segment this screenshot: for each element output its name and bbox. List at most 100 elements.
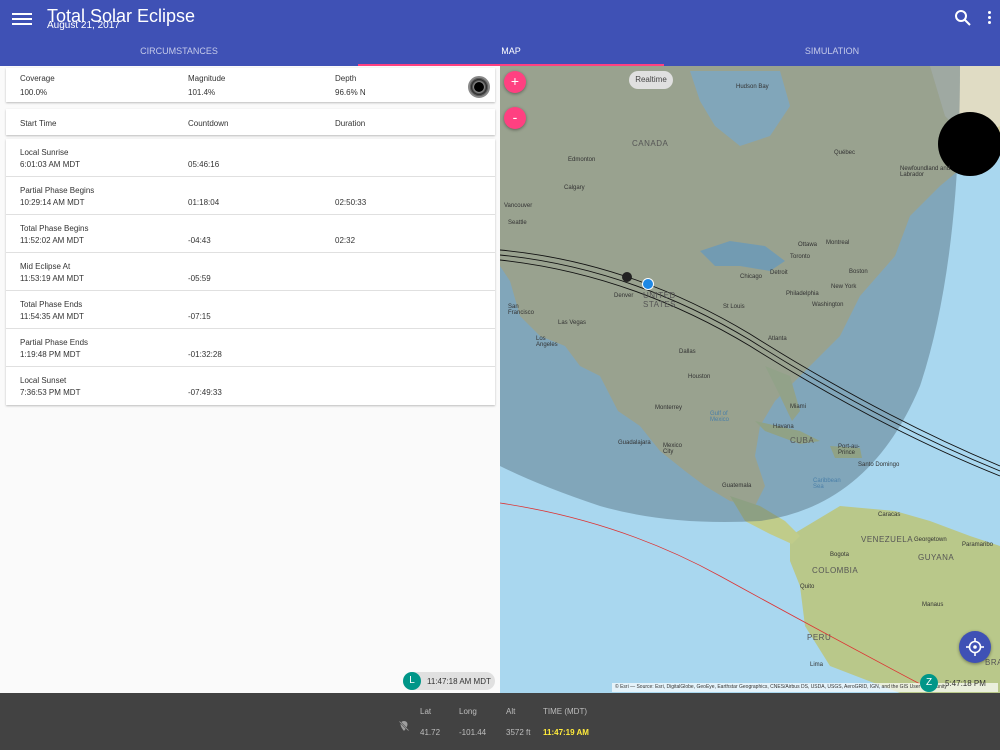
- countdown-header: Countdown: [188, 119, 229, 128]
- map-label-caribbean-sea: Caribbean Sea: [813, 478, 841, 490]
- map-label-peru: PERU: [807, 633, 832, 642]
- map-label-guadalajara: Guadalajara: [618, 440, 651, 446]
- map-label-santo-domingo: Santo Domingo: [858, 462, 900, 468]
- list-item[interactable]: Partial Phase Begins 10:29:14 AM MDT 01:…: [6, 177, 495, 215]
- realtime-button[interactable]: Realtime: [629, 71, 673, 89]
- map-label-philadelphia: Philadelphia: [786, 291, 819, 297]
- event-time: 7:36:53 PM MDT: [20, 388, 81, 397]
- map-label-toronto: Toronto: [790, 254, 811, 260]
- map-label-canada: CANADA: [632, 139, 669, 148]
- map-label-caracas: Caracas: [878, 512, 901, 518]
- local-time-chip[interactable]: L 11:47:18 AM MDT: [403, 672, 495, 690]
- tab-simulation[interactable]: SIMULATION: [664, 38, 1000, 66]
- map-label-monterrey: Monterrey: [655, 405, 683, 411]
- summary-card: Coverage 100.0% Magnitude 101.4% Depth 9…: [6, 68, 495, 102]
- event-name: Total Phase Ends: [20, 300, 83, 309]
- event-countdown: 01:18:04: [188, 198, 220, 207]
- utc-avatar: Z: [920, 674, 938, 692]
- event-countdown: -05:59: [188, 274, 211, 283]
- menu-icon[interactable]: [12, 10, 32, 26]
- event-time: 1:19:48 PM MDT: [20, 350, 81, 359]
- more-vert-icon[interactable]: [985, 9, 993, 27]
- penumbra-shadow: [500, 66, 960, 522]
- location-status-bar: Lat 41.72 Long -101.44 Alt 3572 ft TIME …: [0, 693, 1000, 750]
- map-label-colombia: COLOMBIA: [812, 566, 859, 575]
- map-label-montreal: Montreal: [826, 240, 850, 246]
- map-label-detroit: Detroit: [770, 270, 788, 276]
- utc-time-chip[interactable]: Z 5:47:18 PM: [920, 674, 1000, 692]
- table-header: Start Time Countdown Duration: [6, 109, 495, 135]
- alt-value: 3572 ft: [506, 728, 531, 737]
- map-label-los-angeles: Los Angeles: [536, 336, 558, 348]
- magnitude-label: Magnitude: [188, 74, 226, 83]
- depth-value: 96.6% N: [335, 88, 366, 97]
- event-countdown: 05:46:16: [188, 160, 220, 169]
- map-label-san-francisco: San Francisco: [508, 304, 535, 316]
- map-label-gulf-of-mexico: Gulf of Mexico: [710, 411, 730, 423]
- map-label-guyana: GUYANA: [918, 553, 955, 562]
- location-off-icon[interactable]: [398, 720, 410, 732]
- map-label-port-au-prince: Port-au-Prince: [838, 444, 860, 456]
- my-location-button[interactable]: [959, 631, 991, 663]
- list-item[interactable]: Local Sunset 7:36:53 PM MDT -07:49:33: [6, 367, 495, 405]
- zoom-out-button[interactable]: -: [504, 107, 526, 129]
- eclipse-map[interactable]: Hudson Bay CANADA Edmonton Calgary Vanco…: [500, 66, 1000, 693]
- event-countdown: -04:43: [188, 236, 211, 245]
- list-item[interactable]: Mid Eclipse At 11:53:19 AM MDT -05:59: [6, 253, 495, 291]
- map-label-miami: Miami: [790, 404, 806, 410]
- map-label-chicago: Chicago: [740, 274, 763, 280]
- event-duration: 02:32: [335, 236, 356, 245]
- coverage-value: 100.0%: [20, 88, 48, 97]
- event-name: Local Sunset: [20, 376, 67, 385]
- map-label-calgary: Calgary: [564, 185, 585, 191]
- map-label-newfoundland: Newfoundland and Labrador: [900, 166, 951, 178]
- map-label-ottawa: Ottawa: [798, 242, 818, 248]
- list-item[interactable]: Total Phase Begins 11:52:02 AM MDT -04:4…: [6, 215, 495, 253]
- map-label-quito: Quito: [800, 584, 815, 590]
- map-label-venezuela: VENEZUELA: [861, 535, 914, 544]
- depth-label: Depth: [335, 74, 357, 83]
- eclipse-thumbnail-icon: [468, 76, 490, 98]
- map-label-bogota: Bogota: [830, 552, 850, 558]
- zoom-in-button[interactable]: +: [504, 71, 526, 93]
- map-label-manaus: Manaus: [922, 602, 944, 608]
- list-item[interactable]: Total Phase Ends 11:54:35 AM MDT -07:15: [6, 291, 495, 329]
- event-name: Local Sunrise: [20, 148, 69, 157]
- app-bar: Total Solar Eclipse August 21, 2017 CIRC…: [0, 0, 1000, 66]
- event-name: Partial Phase Ends: [20, 338, 89, 347]
- event-name: Total Phase Begins: [20, 224, 89, 233]
- map-label-st-louis: St Louis: [723, 304, 745, 310]
- event-time: 11:52:02 AM MDT: [20, 236, 84, 245]
- search-icon[interactable]: [954, 9, 972, 27]
- map-label-vancouver: Vancouver: [504, 203, 533, 209]
- event-name: Partial Phase Begins: [20, 186, 95, 195]
- local-avatar: L: [403, 672, 421, 690]
- time-value: 11:47:19 AM: [543, 728, 589, 737]
- map-label-atlanta: Atlanta: [768, 336, 787, 342]
- tab-circumstances[interactable]: CIRCUMSTANCES: [0, 38, 358, 66]
- event-time: 6:01:03 AM MDT: [20, 160, 81, 169]
- map-label-dallas: Dallas: [679, 349, 696, 355]
- umbra-point: [622, 272, 632, 282]
- map-label-havana: Havana: [773, 424, 794, 430]
- tab-map[interactable]: MAP: [358, 38, 664, 66]
- event-countdown: -01:32:28: [188, 350, 222, 359]
- map-label-new-york: New York: [831, 284, 857, 290]
- map-label-mexico-city: Mexico City: [663, 443, 683, 455]
- duration-header: Duration: [335, 119, 366, 128]
- lat-value: 41.72: [420, 728, 441, 737]
- map-label-edmonton: Edmonton: [568, 157, 596, 163]
- list-item[interactable]: Local Sunrise 6:01:03 AM MDT 05:46:16: [6, 139, 495, 177]
- map-label-denver: Denver: [614, 293, 634, 299]
- long-value: -101.44: [459, 728, 487, 737]
- list-item[interactable]: Partial Phase Ends 1:19:48 PM MDT -01:32…: [6, 329, 495, 367]
- map-label-houston: Houston: [688, 374, 711, 380]
- app-subtitle: August 21, 2017: [47, 20, 120, 31]
- events-list: Local Sunrise 6:01:03 AM MDT 05:46:16 Pa…: [6, 139, 495, 405]
- map-label-quebec: Québec: [834, 150, 856, 156]
- lat-label: Lat: [420, 707, 432, 716]
- magnitude-value: 101.4%: [188, 88, 216, 97]
- event-time: 10:29:14 AM MDT: [20, 198, 85, 207]
- local-time-text: 11:47:18 AM MDT: [427, 677, 491, 686]
- event-time: 11:54:35 AM MDT: [20, 312, 84, 321]
